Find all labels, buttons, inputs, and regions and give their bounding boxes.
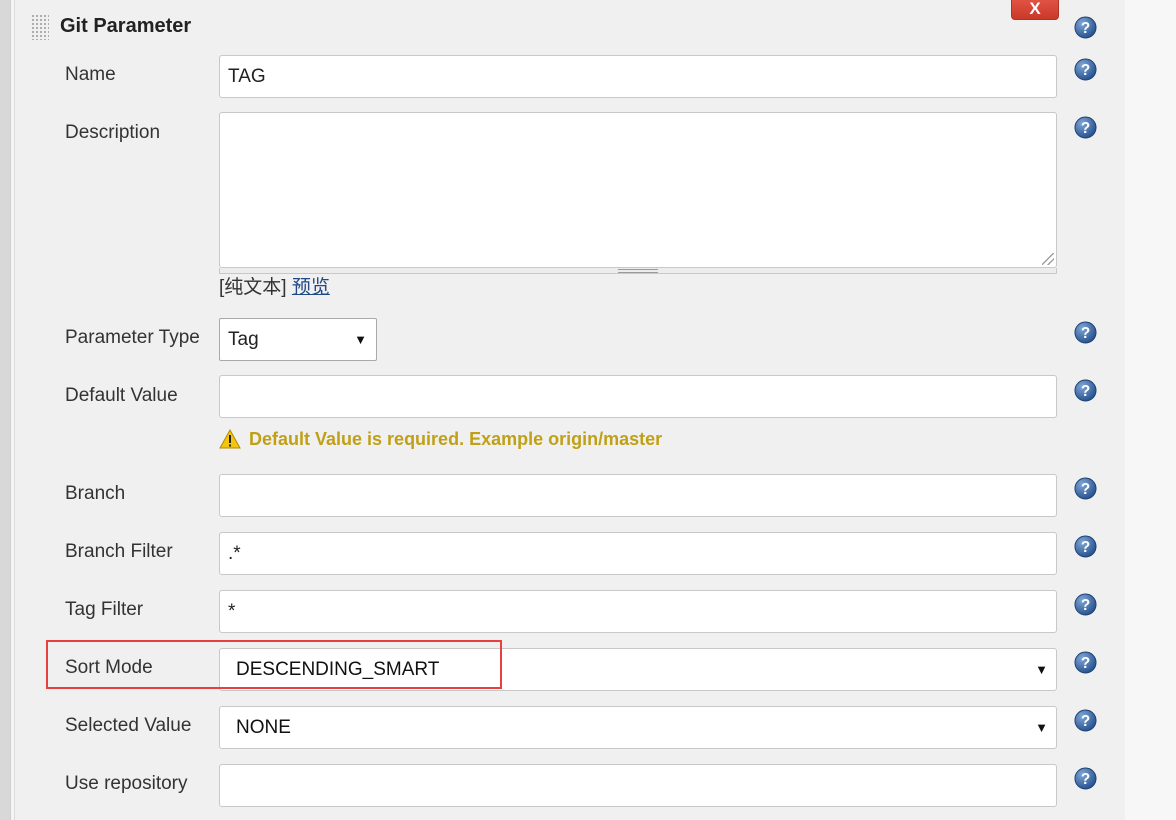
name-label: Name xyxy=(65,64,116,85)
chevron-down-icon: ▼ xyxy=(354,332,367,347)
help-icon[interactable]: ? xyxy=(1074,593,1097,616)
default-value-input[interactable] xyxy=(219,375,1057,418)
warning-text: Default Value is required. Example origi… xyxy=(249,428,663,449)
branch-filter-input[interactable]: .* xyxy=(219,532,1057,575)
plain-text-label: [纯文本] xyxy=(219,277,287,298)
selected-value-select[interactable]: NONE ▼ xyxy=(219,706,1057,749)
help-icon[interactable]: ? xyxy=(1074,535,1097,558)
svg-text:?: ? xyxy=(1081,655,1090,672)
name-input[interactable]: TAG xyxy=(219,55,1057,98)
svg-text:?: ? xyxy=(1081,62,1090,79)
svg-text:?: ? xyxy=(1081,325,1090,342)
branch-label: Branch xyxy=(65,483,126,504)
tag-filter-label: Tag Filter xyxy=(65,599,144,620)
svg-text:?: ? xyxy=(1081,713,1090,730)
sort-mode-highlight xyxy=(46,640,502,689)
help-icon[interactable]: ? xyxy=(1074,321,1097,344)
delete-button[interactable]: X xyxy=(1011,0,1059,20)
svg-text:?: ? xyxy=(1081,597,1090,614)
svg-text:?: ? xyxy=(1081,120,1090,137)
description-label: Description xyxy=(65,122,161,143)
help-icon[interactable]: ? xyxy=(1074,379,1097,402)
textarea-resize-bar[interactable] xyxy=(219,268,1057,274)
svg-text:?: ? xyxy=(1081,383,1090,400)
branch-input[interactable] xyxy=(219,474,1057,517)
svg-text:?: ? xyxy=(1081,20,1090,37)
tag-filter-input[interactable]: * xyxy=(219,590,1057,633)
selected-value-value: NONE xyxy=(236,717,291,738)
outer-left-border xyxy=(0,0,11,820)
help-icon[interactable]: ? xyxy=(1074,651,1097,674)
help-icon[interactable]: ? xyxy=(1074,16,1097,39)
markup-format-row: [纯文本] 预览 xyxy=(219,276,330,300)
help-icon[interactable]: ? xyxy=(1074,116,1097,139)
branch-filter-label: Branch Filter xyxy=(65,541,173,562)
parameter-type-value: Tag xyxy=(228,329,259,350)
parameter-type-select[interactable]: Tag ▼ xyxy=(219,318,377,361)
use-repository-input[interactable] xyxy=(219,764,1057,807)
warning-icon xyxy=(219,429,241,449)
resize-grip-icon[interactable] xyxy=(1042,253,1054,265)
default-value-label: Default Value xyxy=(65,385,178,406)
drag-handle-icon[interactable] xyxy=(31,14,49,40)
parameter-type-label: Parameter Type xyxy=(65,327,200,348)
preview-link[interactable]: 预览 xyxy=(292,277,330,298)
use-repository-label: Use repository xyxy=(65,773,188,794)
description-textarea[interactable] xyxy=(219,112,1057,268)
section-title: Git Parameter xyxy=(60,15,192,37)
selected-value-label: Selected Value xyxy=(65,715,192,736)
svg-text:?: ? xyxy=(1081,481,1090,498)
chevron-down-icon: ▼ xyxy=(1035,662,1048,677)
svg-text:?: ? xyxy=(1081,539,1090,556)
right-margin xyxy=(1125,0,1176,820)
help-icon[interactable]: ? xyxy=(1074,709,1097,732)
svg-text:?: ? xyxy=(1081,771,1090,788)
chevron-down-icon: ▼ xyxy=(1035,720,1048,735)
help-icon[interactable]: ? xyxy=(1074,767,1097,790)
help-icon[interactable]: ? xyxy=(1074,477,1097,500)
help-icon[interactable]: ? xyxy=(1074,58,1097,81)
default-value-warning: Default Value is required. Example origi… xyxy=(219,426,662,452)
